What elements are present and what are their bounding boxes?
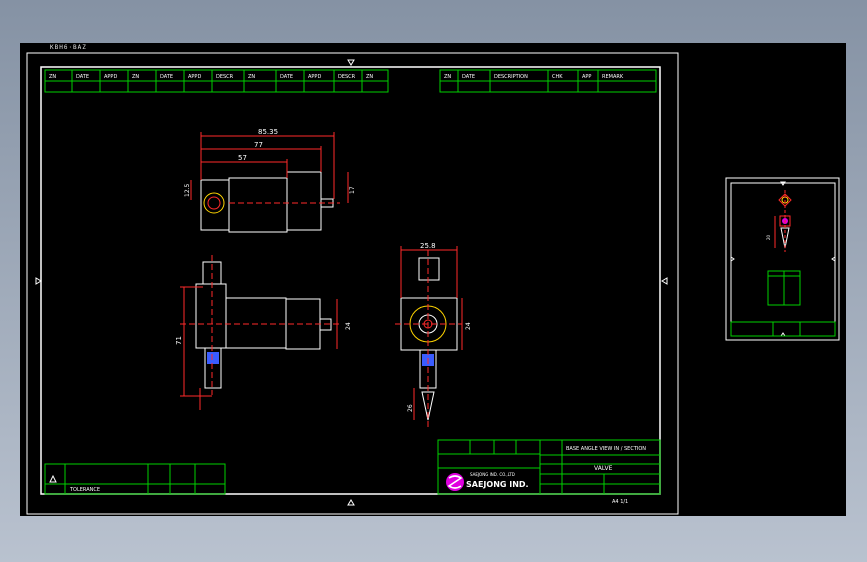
header-right-cell: ZN bbox=[444, 74, 451, 80]
company-logo-icon bbox=[446, 473, 464, 491]
header-left-cell: DESCR bbox=[216, 74, 234, 80]
dim-label-8: 25.8 bbox=[420, 242, 436, 250]
part-name: VALVE bbox=[594, 465, 613, 472]
header-left-cell: ZN bbox=[366, 74, 373, 80]
header-right-cell: REMARK bbox=[602, 74, 624, 80]
drawing-canvas: ZN DATE APPD ZN DATE APPD DESCR ZN DATE APPD DESCR… bbox=[26, 52, 840, 515]
top-view bbox=[190, 132, 349, 233]
preview-sheet[interactable] bbox=[725, 177, 840, 341]
header-right-cell: APP bbox=[582, 74, 591, 80]
dim-label-3: 57 bbox=[238, 154, 247, 162]
company-sub: SAEJONG IND. CO.,LTD bbox=[470, 472, 515, 477]
header-left-cell: ZN bbox=[248, 74, 255, 80]
dim-label-2: 77 bbox=[254, 141, 263, 149]
side-view bbox=[395, 246, 463, 428]
revision-label: TOLERANCE bbox=[69, 487, 100, 493]
header-left-cell: DATE bbox=[280, 74, 293, 80]
header-left-cell: DATE bbox=[76, 74, 89, 80]
header-left-cell: DATE bbox=[160, 74, 173, 80]
dim-label-5: 17 bbox=[349, 186, 356, 194]
header-right-cell: DATE bbox=[462, 74, 475, 80]
right-center-mark bbox=[661, 277, 668, 285]
header-left-cell: APPD bbox=[104, 74, 117, 80]
header-left-cell: APPD bbox=[308, 74, 321, 80]
title-note: BASE ANGLE VIEW IN / SECTION bbox=[566, 446, 646, 452]
dim-label-4: 12.5 bbox=[184, 183, 191, 197]
dim-label-7: 24 bbox=[345, 322, 352, 330]
front-view bbox=[180, 255, 340, 410]
sheet-label: A4 1/1 bbox=[612, 499, 628, 505]
header-left-cell: ZN bbox=[49, 74, 56, 80]
dim-label-6: 71 bbox=[175, 336, 183, 345]
company-name: SAEJONG IND. bbox=[466, 480, 529, 489]
sheet-border bbox=[26, 52, 679, 515]
header-right-cell: CHK bbox=[552, 74, 563, 80]
top-center-mark bbox=[347, 59, 355, 66]
dim-label-9: 24 bbox=[465, 322, 472, 330]
header-left-cell: DESCR bbox=[338, 74, 356, 80]
preview-dim-label: 20 bbox=[766, 234, 771, 240]
warning-triangle-icon bbox=[49, 474, 57, 483]
sheet-inner-border bbox=[40, 66, 661, 495]
header-right-cell: DESCRIPTION bbox=[494, 74, 528, 80]
header-left-cell: ZN bbox=[132, 74, 139, 80]
dim-label-10: 26 bbox=[407, 404, 414, 412]
bottom-center-mark bbox=[347, 499, 355, 506]
dim-label-1: 85.35 bbox=[258, 128, 278, 136]
header-left-cell: APPD bbox=[188, 74, 201, 80]
